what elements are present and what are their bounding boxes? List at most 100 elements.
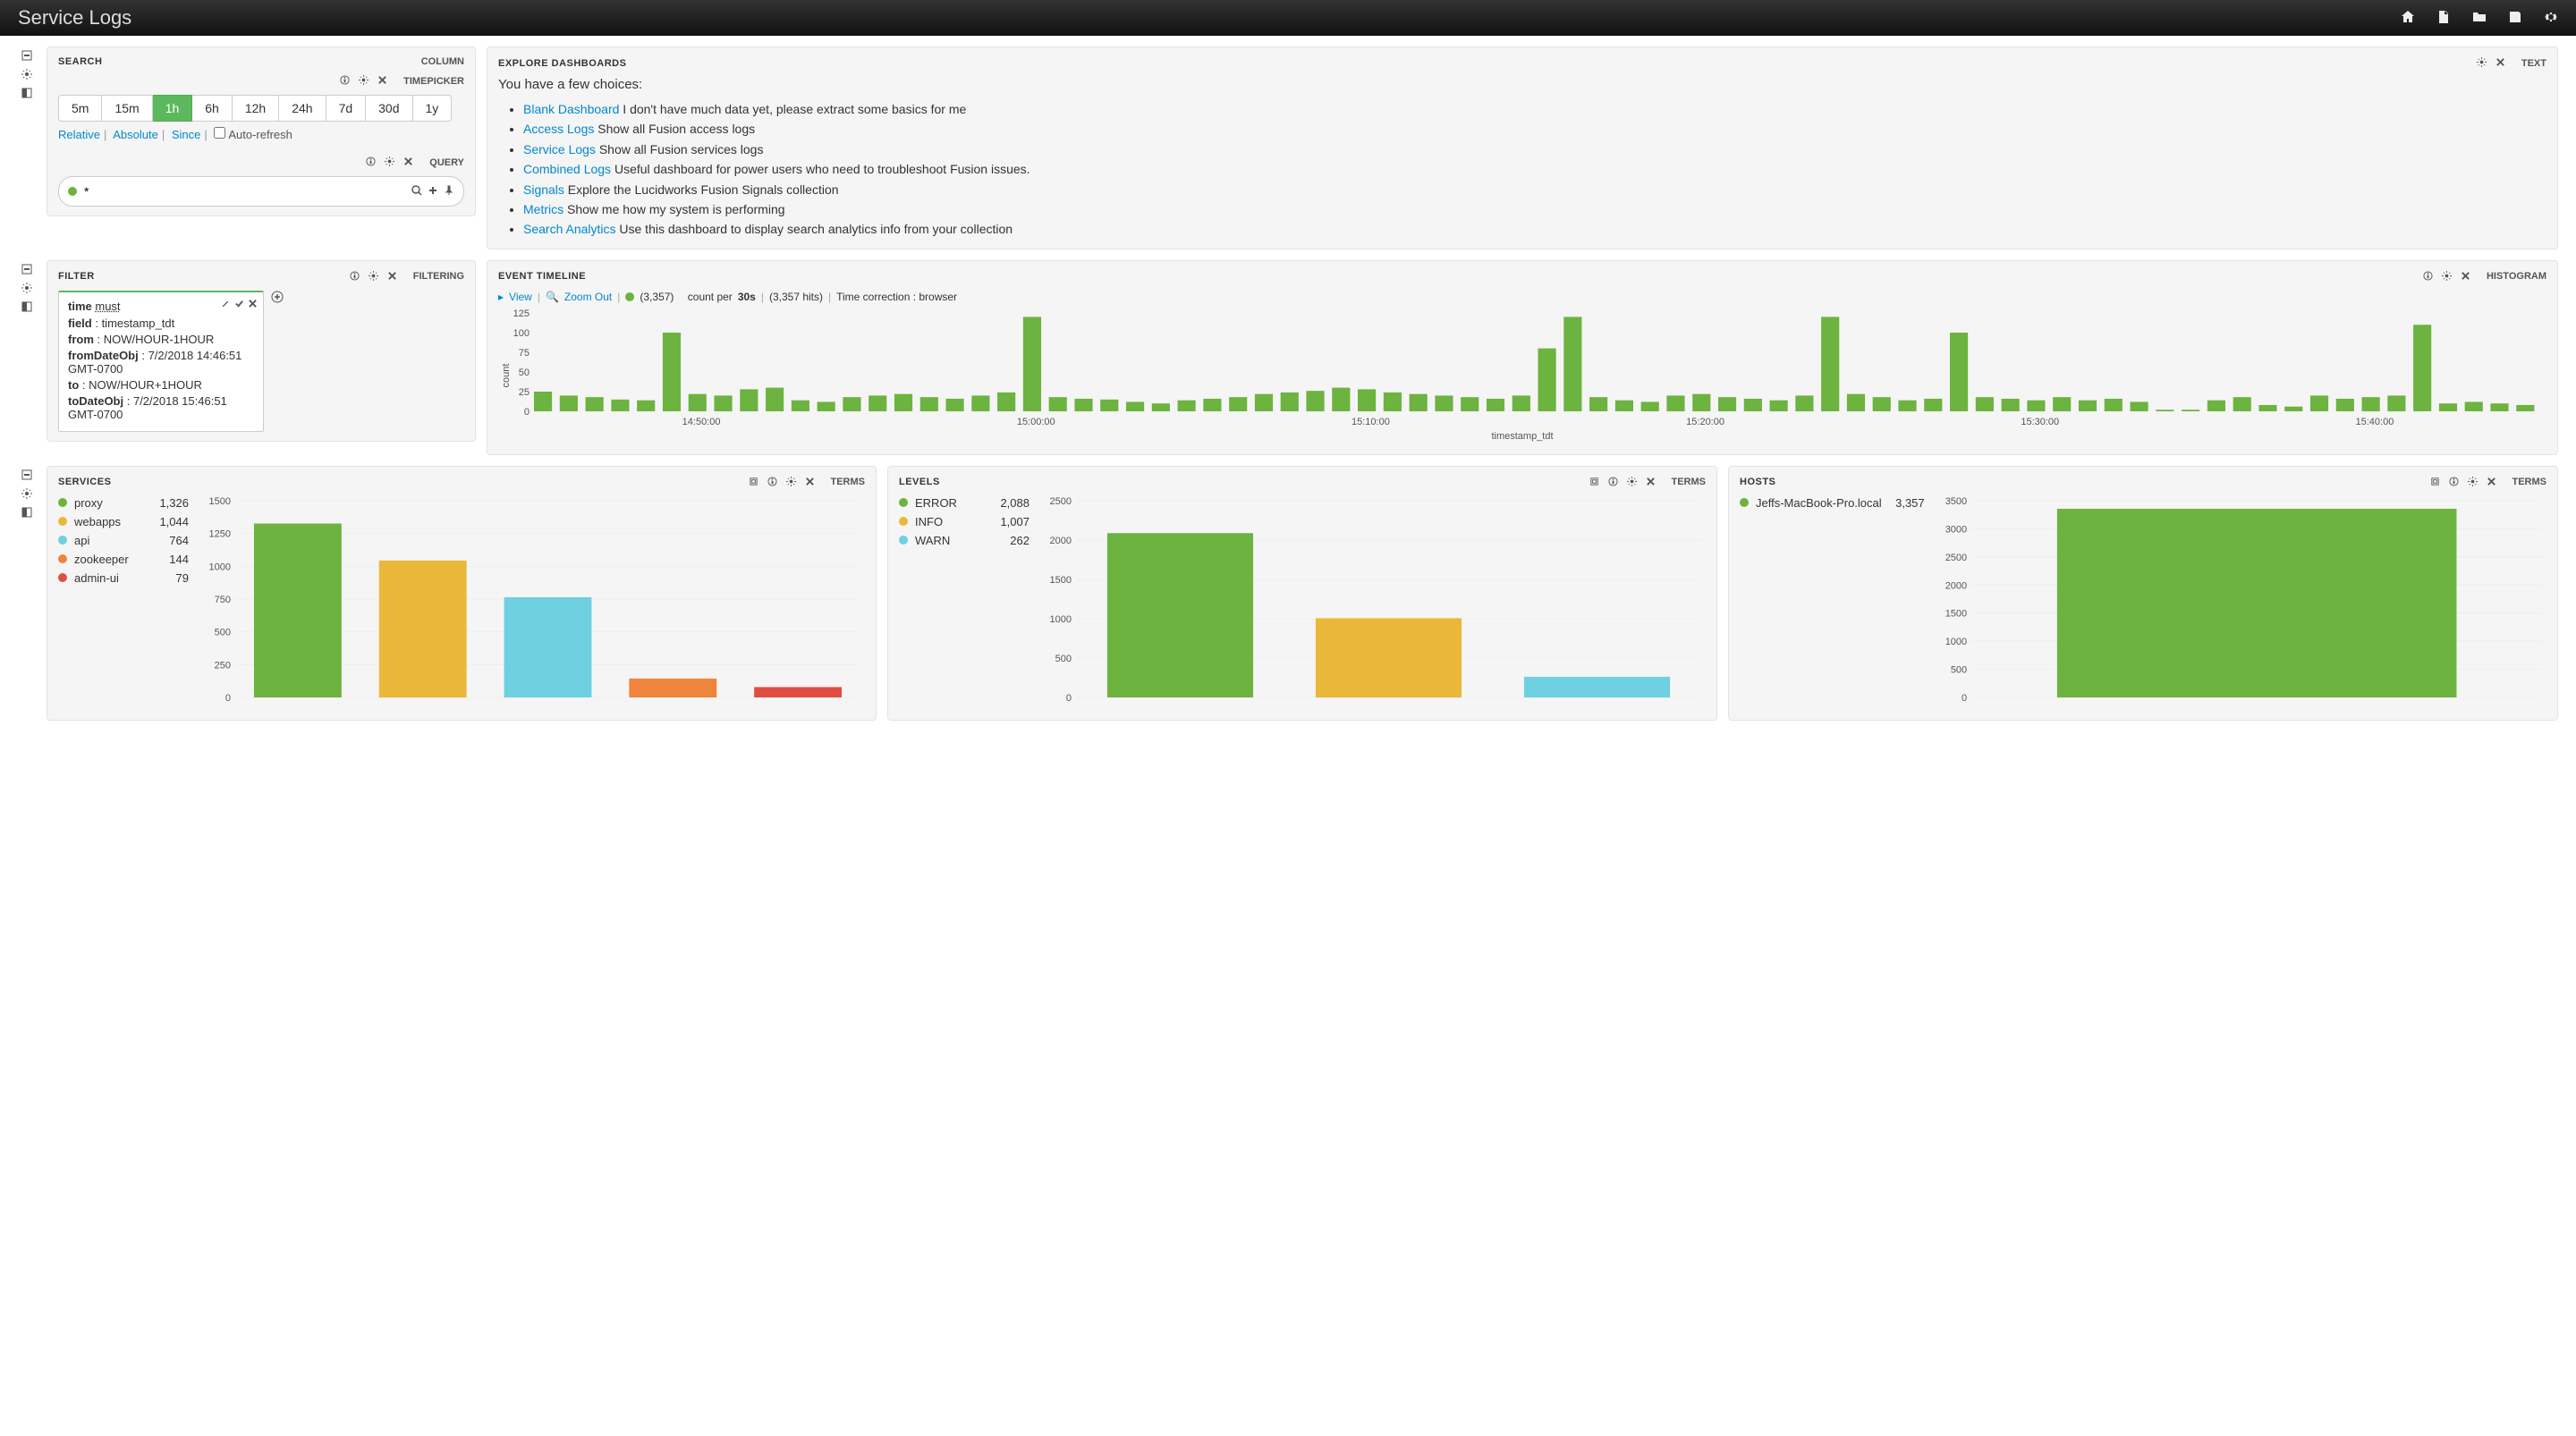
- info-icon[interactable]: [2423, 270, 2433, 283]
- edit-icon[interactable]: [221, 298, 231, 311]
- timepicker-5m[interactable]: 5m: [58, 95, 102, 122]
- close-icon[interactable]: [2487, 476, 2496, 489]
- timepicker-1y[interactable]: 1y: [413, 95, 453, 122]
- remove-icon[interactable]: [248, 298, 258, 311]
- since-link[interactable]: Since: [172, 128, 201, 141]
- add-panel-icon[interactable]: [21, 507, 32, 520]
- autorefresh-checkbox[interactable]: [214, 127, 225, 139]
- legend-dot-icon: [58, 536, 67, 545]
- explore-link[interactable]: Combined Logs: [523, 162, 611, 176]
- add-query-icon[interactable]: [428, 185, 438, 199]
- gear-icon[interactable]: [2468, 476, 2478, 489]
- timepicker-24h[interactable]: 24h: [279, 95, 326, 122]
- explore-panel: EXPLORE DASHBOARDS TEXT You have a few c…: [487, 46, 2558, 249]
- add-panel-icon[interactable]: [21, 88, 32, 101]
- legend-item[interactable]: WARN262: [899, 534, 1030, 547]
- timepicker-30d[interactable]: 30d: [366, 95, 412, 122]
- export-icon[interactable]: [749, 476, 758, 489]
- info-icon[interactable]: [2449, 476, 2459, 489]
- gear-icon[interactable]: [1627, 476, 1637, 489]
- info-icon[interactable]: [340, 74, 350, 88]
- gear-icon[interactable]: [385, 156, 394, 169]
- pin-icon[interactable]: [444, 185, 454, 199]
- export-icon[interactable]: [2430, 476, 2440, 489]
- explore-link[interactable]: Search Analytics: [523, 222, 616, 236]
- gear-icon[interactable]: [2442, 270, 2452, 283]
- absolute-link[interactable]: Absolute: [113, 128, 158, 141]
- legend-name: webapps: [74, 515, 146, 528]
- timepicker-7d[interactable]: 7d: [326, 95, 367, 122]
- legend-item[interactable]: admin-ui79: [58, 571, 189, 585]
- info-icon[interactable]: [767, 476, 777, 489]
- levels-chart[interactable]: 05001000150020002500: [1040, 496, 1706, 711]
- timeline-chart[interactable]: 025507510012514:50:0015:00:0015:10:0015:…: [498, 308, 2546, 443]
- close-icon[interactable]: [2461, 270, 2470, 283]
- explore-link[interactable]: Blank Dashboard: [523, 102, 619, 116]
- zoom-out-link[interactable]: Zoom Out: [564, 291, 612, 303]
- gear-icon[interactable]: [21, 69, 32, 82]
- gear-icon[interactable]: [21, 283, 32, 296]
- timepicker-12h[interactable]: 12h: [233, 95, 279, 122]
- gear-icon[interactable]: [21, 488, 32, 502]
- close-icon[interactable]: [805, 476, 815, 489]
- collapse-icon[interactable]: [21, 469, 32, 483]
- close-icon[interactable]: [2496, 56, 2505, 70]
- legend-item[interactable]: proxy1,326: [58, 496, 189, 510]
- legend-value: 1,044: [153, 515, 189, 528]
- timepicker-1h[interactable]: 1h: [153, 95, 193, 122]
- collapse-icon[interactable]: [21, 50, 32, 63]
- toggle-icon[interactable]: [234, 298, 244, 311]
- explore-item: Service Logs Show all Fusion services lo…: [523, 139, 2546, 159]
- autorefresh-label: Auto-refresh: [228, 128, 292, 141]
- row-tools: [18, 46, 36, 249]
- explore-desc: Show me how my system is performing: [564, 202, 784, 216]
- legend-item[interactable]: INFO1,007: [899, 515, 1030, 528]
- services-chart[interactable]: 0250500750100012501500: [199, 496, 865, 711]
- svg-text:50: 50: [519, 367, 530, 378]
- open-icon[interactable]: [2472, 10, 2487, 27]
- query-tag: QUERY: [429, 157, 464, 168]
- relative-link[interactable]: Relative: [58, 128, 100, 141]
- export-icon[interactable]: [1589, 476, 1599, 489]
- close-icon[interactable]: [403, 156, 413, 169]
- explore-link[interactable]: Service Logs: [523, 142, 596, 156]
- info-icon[interactable]: [1608, 476, 1618, 489]
- explore-link[interactable]: Metrics: [523, 202, 564, 216]
- home-icon[interactable]: [2401, 10, 2415, 27]
- gear-icon[interactable]: [359, 74, 369, 88]
- view-link[interactable]: View: [509, 291, 532, 303]
- search-icon[interactable]: [411, 185, 422, 199]
- info-icon[interactable]: [366, 156, 376, 169]
- close-icon[interactable]: [387, 270, 397, 283]
- timepicker-6h[interactable]: 6h: [192, 95, 233, 122]
- gear-icon[interactable]: [786, 476, 796, 489]
- timepicker-15m[interactable]: 15m: [102, 95, 152, 122]
- legend-item[interactable]: ERROR2,088: [899, 496, 1030, 510]
- close-icon[interactable]: [377, 74, 387, 88]
- query-input[interactable]: [77, 181, 411, 202]
- svg-text:0: 0: [1962, 693, 1967, 704]
- close-icon[interactable]: [1646, 476, 1656, 489]
- new-icon[interactable]: [2436, 10, 2451, 27]
- add-filter-icon[interactable]: [271, 291, 284, 306]
- add-panel-icon[interactable]: [21, 301, 32, 315]
- collapse-icon[interactable]: [21, 264, 32, 277]
- save-icon[interactable]: [2508, 10, 2522, 27]
- settings-icon[interactable]: [2544, 10, 2558, 27]
- row-tools: [18, 260, 36, 455]
- timepicker-tag: TIMEPICKER: [403, 76, 464, 87]
- svg-text:14:50:00: 14:50:00: [682, 417, 721, 427]
- info-icon[interactable]: [350, 270, 360, 283]
- explore-link[interactable]: Access Logs: [523, 122, 594, 136]
- svg-text:2500: 2500: [1945, 553, 1966, 563]
- legend-item[interactable]: zookeeper144: [58, 553, 189, 566]
- gear-icon[interactable]: [2477, 56, 2487, 70]
- gear-icon[interactable]: [369, 270, 378, 283]
- hosts-chart[interactable]: 0500100015002000250030003500: [1936, 496, 2546, 711]
- svg-text:1500: 1500: [209, 496, 231, 507]
- services-title: SERVICES: [58, 477, 111, 487]
- legend-item[interactable]: webapps 1,044: [58, 515, 189, 528]
- legend-item[interactable]: api764: [58, 534, 189, 547]
- explore-link[interactable]: Signals: [523, 182, 564, 197]
- legend-item[interactable]: Jeffs-MacBook-Pro.local3,357: [1740, 496, 1925, 510]
